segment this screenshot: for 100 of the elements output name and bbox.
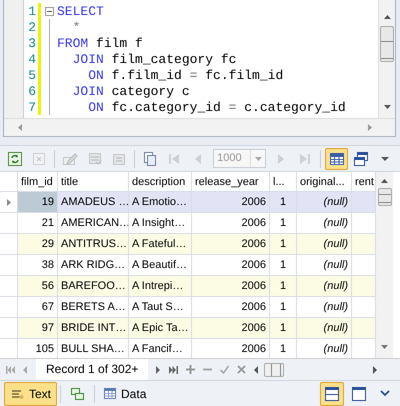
- column-header[interactable]: rent: [352, 172, 376, 192]
- scroll-right-icon[interactable]: [373, 366, 378, 374]
- table-cell: 56: [18, 276, 58, 297]
- table-cell: [352, 255, 376, 276]
- last-record-icon[interactable]: [169, 366, 178, 374]
- scroll-thumb[interactable]: [378, 188, 392, 206]
- table-cell: A Epic Ta…: [129, 318, 192, 339]
- table-cell: (null): [297, 255, 352, 276]
- text-button[interactable]: Text: [4, 382, 58, 406]
- scroll-up-icon[interactable]: [382, 14, 392, 20]
- first-record-icon[interactable]: [6, 366, 15, 374]
- scroll-up-icon[interactable]: [380, 178, 389, 184]
- row-header[interactable]: [0, 192, 18, 213]
- window-icon: [352, 386, 366, 400]
- table-cell: [352, 234, 376, 255]
- table-cell: (null): [297, 318, 352, 339]
- column-header[interactable]: l...: [270, 172, 297, 192]
- table-cell: 1: [270, 255, 297, 276]
- scroll-thumb[interactable]: [264, 362, 284, 376]
- vertical-scrollbar[interactable]: [376, 172, 393, 358]
- line-number: 7: [27, 100, 36, 114]
- table-cell: A Taut S…: [129, 297, 192, 318]
- split-layout-button[interactable]: [320, 382, 344, 406]
- table-cell: 67: [18, 297, 58, 318]
- table-cell: BERETS A…: [58, 297, 129, 318]
- table-cell: A Emotio…: [129, 192, 192, 213]
- table-cell: ANTITRUS…: [58, 234, 129, 255]
- data-button[interactable]: Data: [98, 382, 152, 406]
- scroll-down-icon[interactable]: [382, 104, 392, 110]
- column-header[interactable]: original...: [297, 172, 352, 192]
- table-cell: 19: [18, 192, 58, 213]
- table-cell: (null): [297, 276, 352, 297]
- table-cell: ARK RIDG…: [58, 255, 129, 276]
- line-number: 1: [27, 4, 36, 18]
- table-icon: [104, 388, 116, 399]
- document-icon: [86, 150, 102, 166]
- table-cell: 1: [270, 318, 297, 339]
- table-cell: A Beautif…: [129, 255, 192, 276]
- record-counter: Record 1 of 302+: [36, 359, 148, 380]
- column-header[interactable]: description: [129, 172, 192, 192]
- refresh-icon: [7, 150, 24, 166]
- scroll-down-icon[interactable]: [380, 344, 389, 350]
- table-cell: 38: [18, 255, 58, 276]
- code-line: FROM film f: [57, 36, 143, 50]
- chevron-down-icon[interactable]: [380, 390, 390, 397]
- table-cell: (null): [297, 297, 352, 318]
- line-number: 2: [27, 20, 36, 34]
- caret-icon: [380, 156, 389, 160]
- current-row-icon: [6, 198, 10, 206]
- grid-button[interactable]: [325, 148, 348, 170]
- scroll-left-icon[interactable]: [254, 366, 260, 374]
- table-cell: 1: [270, 192, 297, 213]
- table-cell: 2006: [192, 192, 270, 213]
- table-cell: 1: [270, 297, 297, 318]
- code-line: *: [72, 20, 80, 34]
- windows-icon: [352, 150, 369, 166]
- table-cell: 1: [270, 276, 297, 297]
- table-cell: (null): [297, 234, 352, 255]
- vertical-scrollbar[interactable]: [378, 0, 395, 118]
- table-cell: A Insight…: [129, 213, 192, 234]
- table-cell: 1: [270, 234, 297, 255]
- pencil-icon: [62, 150, 78, 166]
- table-cell: 2006: [192, 276, 270, 297]
- table-cell: 21: [18, 213, 58, 234]
- table-cell: BRIDE INT…: [58, 318, 129, 339]
- table-cell: BAREFOO…: [58, 276, 129, 297]
- table-cell: A Fancif…: [129, 339, 192, 358]
- column-header[interactable]: film_id: [18, 172, 58, 192]
- close-icon[interactable]: [237, 365, 246, 374]
- table-cell: AMADEUS …: [58, 192, 129, 213]
- table-cell: A Fateful…: [129, 234, 192, 255]
- line-number: 4: [27, 52, 36, 66]
- table-cell: 1: [270, 213, 297, 234]
- scroll-thumb[interactable]: [380, 26, 394, 62]
- text-lines-icon: [10, 388, 24, 400]
- table-cell: A Intrepi…: [129, 276, 192, 297]
- split-window-icon: [325, 386, 339, 400]
- code-line: ON fc.category_id = c.category_id: [87, 100, 346, 114]
- table-cell: (null): [297, 213, 352, 234]
- next-record-icon[interactable]: [156, 366, 162, 374]
- table-cell: [352, 318, 376, 339]
- table-cell: 2006: [192, 213, 270, 234]
- table-cell: 2006: [192, 255, 270, 276]
- table-cell: [352, 297, 376, 318]
- dropdown-arrow-icon: [254, 156, 262, 160]
- code-line: JOIN category c: [72, 84, 190, 98]
- column-header[interactable]: title: [58, 172, 129, 192]
- line-number: 5: [27, 68, 36, 82]
- code-line: SELECT: [57, 4, 104, 18]
- table-cell: 2006: [192, 234, 270, 255]
- column-header[interactable]: release_year: [192, 172, 270, 192]
- grid-icon: [328, 150, 344, 166]
- table-cell: [352, 276, 376, 297]
- collapse-icon[interactable]: [44, 6, 54, 16]
- add-icon[interactable]: [186, 365, 196, 374]
- table-cell: 97: [18, 318, 58, 339]
- table-cell: (null): [297, 192, 352, 213]
- check-icon[interactable]: [220, 365, 230, 374]
- previous-record-icon[interactable]: [23, 366, 28, 374]
- table-cell: [352, 192, 376, 213]
